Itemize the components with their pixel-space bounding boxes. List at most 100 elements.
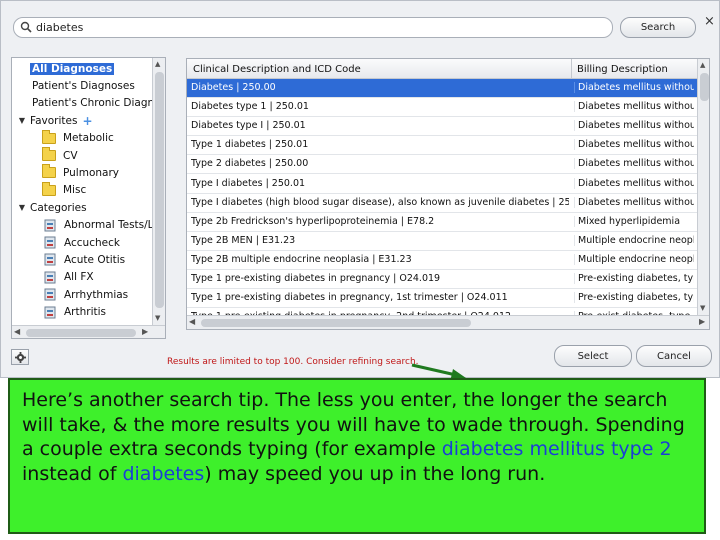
clinical-description-cell: Type I diabetes | 250.01 — [191, 177, 306, 189]
expand-arrow-icon[interactable]: ▼ — [16, 116, 28, 125]
table-row[interactable]: Type 2b Fredrickson's hyperlipoproteinem… — [187, 213, 697, 232]
tree-item-label: Categories — [30, 201, 87, 214]
table-row[interactable]: Type 1 diabetes | 250.01 Diabetes mellitu… — [187, 136, 697, 156]
billing-description-cell: Pre-existing diabetes, type — [574, 292, 694, 304]
tree-item-label: Favorites — [30, 114, 78, 127]
column-header-clinical-description[interactable]: Clinical Description and ICD Code — [193, 64, 361, 75]
close-icon[interactable]: × — [704, 15, 715, 28]
tree-item[interactable]: CV — [42, 147, 80, 164]
settings-button[interactable] — [11, 349, 29, 365]
billing-description-cell: Diabetes mellitus without m — [574, 82, 694, 93]
tree-item[interactable]: Arthritis — [44, 304, 108, 321]
tree-item[interactable]: Patient's Chronic Diagno — [30, 95, 163, 112]
table-row[interactable]: Type 2B multiple endocrine neoplasia | E… — [187, 251, 697, 270]
tip-example-long-query: diabetes mellitus type 2 — [441, 438, 672, 460]
clinical-description-cell: Type 2b Fredrickson's hyperlipoproteinem… — [191, 215, 435, 227]
diagnosis-tree: All Diagnoses Patient's Diagnoses Patient'… — [11, 57, 166, 339]
tree-item[interactable]: ▼ Favorites + — [16, 112, 93, 129]
category-icon — [44, 253, 56, 266]
results-limit-message: Results are limited to top 100. Consider… — [167, 357, 419, 367]
folder-icon — [42, 129, 56, 144]
category-icon — [44, 271, 56, 284]
tree-item[interactable]: ▼ Categories — [16, 199, 89, 216]
tree-item-label: Pulmonary — [63, 166, 119, 179]
grid-horizontal-scrollbar[interactable]: ◀ ▶ — [187, 315, 709, 329]
billing-description-cell: Diabetes mellitus without m — [574, 196, 694, 208]
tree-item[interactable]: Patient's Diagnoses — [30, 77, 137, 94]
select-diagnosis-dialog: × Search All Diagnoses Patient's Diagnose… — [0, 0, 720, 378]
table-row[interactable]: Diabetes type 1 | 250.01 Diabetes mellitu… — [187, 98, 697, 118]
column-separator[interactable] — [571, 59, 572, 79]
billing-description-cell: Diabetes mellitus without m — [574, 139, 694, 151]
cancel-button[interactable]: Cancel — [636, 345, 712, 367]
billing-description-cell: Diabetes mellitus without m — [574, 120, 694, 132]
scroll-right-icon[interactable]: ▶ — [142, 327, 148, 336]
table-row[interactable]: Type 1 pre-existing diabetes in pregnanc… — [187, 270, 697, 289]
tree-item[interactable]: Arrhythmias — [44, 286, 130, 303]
tree-item-label: Misc — [63, 184, 87, 197]
tree-item[interactable]: Misc — [42, 181, 88, 199]
scroll-left-icon[interactable]: ◀ — [14, 327, 20, 336]
expand-arrow-icon[interactable]: ▼ — [16, 203, 28, 212]
table-row[interactable]: Type 2 diabetes | 250.00 Diabetes mellitu… — [187, 155, 697, 175]
tree-item-label: Acute Otitis — [64, 253, 126, 266]
search-box — [13, 17, 613, 38]
billing-description-cell: Pre-existing diabetes, type — [574, 273, 694, 284]
tree-item-label: Patient's Diagnoses — [32, 79, 135, 92]
clinical-description-cell: Diabetes type I | 250.01 — [191, 120, 306, 132]
folder-icon — [42, 164, 56, 179]
column-header-billing-description[interactable]: Billing Description — [577, 64, 668, 75]
tree-item-label: Metabolic — [63, 132, 114, 145]
scroll-down-icon[interactable]: ▼ — [700, 304, 705, 312]
table-row[interactable]: Type I diabetes | 250.01 Diabetes mellitu… — [187, 175, 697, 194]
scroll-right-icon[interactable]: ▶ — [699, 317, 705, 326]
tip-text: instead of — [22, 462, 123, 485]
tree-horizontal-scrollbar[interactable]: ◀ ▶ — [12, 325, 165, 338]
add-favorite-icon[interactable]: + — [82, 114, 92, 128]
tree-item[interactable]: Pulmonary — [42, 164, 121, 181]
table-row[interactable]: Diabetes type I | 250.01 Diabetes mellitu… — [187, 117, 697, 137]
clinical-description-cell: Type 1 pre-existing diabetes in pregnanc… — [191, 292, 508, 304]
search-icon — [20, 21, 32, 33]
tree-item-label: Abnormal Tests/L — [64, 219, 154, 232]
billing-description-cell: Mixed hyperlipidemia — [574, 215, 694, 227]
tree-item[interactable]: Accucheck — [44, 234, 122, 251]
scrollbar-thumb[interactable] — [700, 73, 709, 101]
table-row[interactable]: Type I diabetes (high blood sugar diseas… — [187, 194, 697, 213]
tree-item-label: Arthritis — [64, 306, 107, 319]
tree-item[interactable]: All FX — [44, 269, 96, 286]
scroll-up-icon[interactable]: ▲ — [700, 61, 705, 69]
tree-vertical-scrollbar[interactable]: ▲ ▼ — [152, 58, 165, 325]
folder-icon — [42, 147, 56, 161]
tree-item[interactable]: Metabolic — [42, 129, 116, 147]
gear-icon — [14, 351, 26, 363]
scroll-up-icon[interactable]: ▲ — [155, 60, 160, 68]
billing-description-cell: Diabetes mellitus without m — [574, 158, 694, 170]
scroll-down-icon[interactable]: ▼ — [155, 314, 160, 322]
folder-icon — [42, 181, 56, 196]
select-button[interactable]: Select — [554, 345, 632, 367]
search-button[interactable]: Search — [620, 17, 696, 38]
search-input[interactable] — [36, 19, 606, 36]
scroll-left-icon[interactable]: ◀ — [189, 317, 195, 326]
category-icon — [44, 236, 56, 249]
billing-description-cell: Diabetes mellitus without m — [574, 177, 694, 189]
tip-example-short-query: diabetes — [122, 462, 205, 485]
scrollbar-thumb[interactable] — [26, 329, 136, 337]
table-row[interactable]: Type 2B MEN | E31.23 Multiple endocrine n… — [187, 232, 697, 251]
table-row[interactable]: Diabetes | 250.00 Diabetes mellitus witho… — [187, 79, 697, 98]
clinical-description-cell: Type 2B MEN | E31.23 — [191, 234, 296, 246]
grid-vertical-scrollbar[interactable]: ▲ ▼ — [697, 59, 709, 315]
tree-item-label: CV — [63, 149, 78, 162]
tree-item[interactable]: All Diagnoses — [30, 60, 115, 77]
tree-item-label: Arrhythmias — [64, 288, 129, 301]
clinical-description-cell: Type 1 pre-existing diabetes in pregnanc… — [191, 273, 441, 284]
scrollbar-thumb[interactable] — [155, 72, 164, 308]
search-tip-callout: Here’s another search tip. The less you … — [8, 378, 706, 534]
category-icon — [44, 288, 56, 301]
results-grid: Clinical Description and ICD Code Billin… — [186, 58, 710, 330]
tree-item[interactable]: Acute Otitis — [44, 251, 127, 268]
scrollbar-thumb[interactable] — [201, 319, 471, 327]
table-row[interactable]: Type 1 pre-existing diabetes in pregnanc… — [187, 289, 697, 309]
tree-item[interactable]: Abnormal Tests/L — [44, 217, 156, 234]
